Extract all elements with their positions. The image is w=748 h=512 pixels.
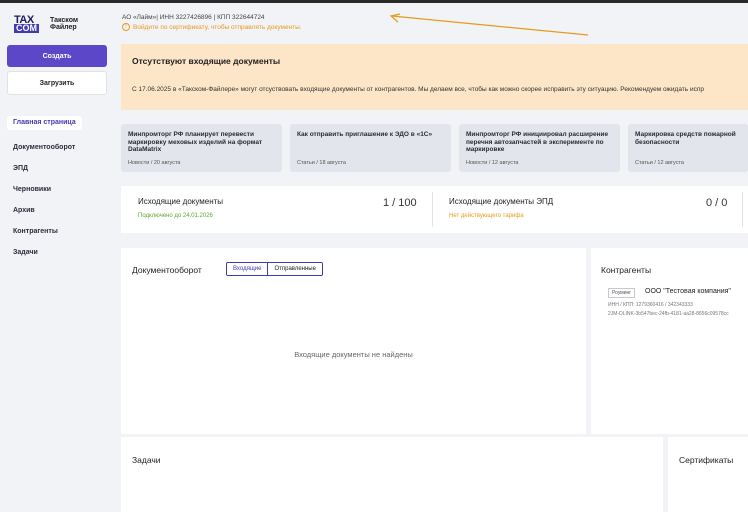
docflow-title: Документооборот <box>132 265 202 275</box>
sidebar: TAX COM Такском Файлер Создать Загрузить… <box>0 3 116 512</box>
sidebar-item-epd[interactable]: ЭПД <box>7 158 82 179</box>
logo-mark: TAX COM <box>14 15 48 33</box>
news-card-meta: Новости / 12 августа <box>466 160 519 166</box>
counterparty-inn-kpp: ИНН / КПП: 1279360416 / 342343333 <box>608 302 693 308</box>
docflow-tabs: Входящие Отправленные <box>226 262 323 276</box>
certificates-card: Сертификаты <box>668 437 748 512</box>
taxcom-logo[interactable]: TAX COM Такском Файлер <box>14 15 78 33</box>
upload-button[interactable]: Загрузить <box>7 71 107 95</box>
stats-divider <box>742 192 743 227</box>
logo-mark-bottom: COM <box>14 23 39 33</box>
counterparties-card: Контрагенты Роуминг ООО "Тестовая компан… <box>591 248 748 434</box>
create-button[interactable]: Создать <box>7 45 107 67</box>
news-card-meta: Новости / 20 августа <box>128 160 181 166</box>
counterparties-title[interactable]: Контрагенты <box>601 265 651 275</box>
warning-banner-text: С 17.06.2025 в «Такском-Файлере» могут о… <box>132 86 704 93</box>
logo-text: Такском Файлер <box>50 17 78 31</box>
news-card-meta: Статьи / 18 августа <box>297 160 346 166</box>
news-card[interactable]: Минпромторг РФ планирует перевести марки… <box>121 124 282 172</box>
news-card[interactable]: Маркировка средств пожарной безопасности… <box>628 124 748 172</box>
sidebar-item-drafts[interactable]: Черновики <box>7 179 82 200</box>
news-card-meta: Статьи / 12 августа <box>635 160 684 166</box>
tasks-title[interactable]: Задачи <box>132 455 161 465</box>
epd-docs-status: Нет действующего тарифа <box>449 213 524 219</box>
news-card-title: Как отправить приглашение к ЭДО в «1С» <box>297 131 433 138</box>
counterparty-name[interactable]: ООО "Тестовая компания" <box>645 288 731 295</box>
logo-text-line2: Файлер <box>50 24 77 31</box>
news-card[interactable]: Минпромторг РФ инициировал расширение пе… <box>459 124 620 172</box>
outgoing-docs-status: Подключено до 24.01.2026 <box>138 213 213 219</box>
certificates-title[interactable]: Сертификаты <box>679 455 733 465</box>
cert-login-text: Войдите по сертификату, чтобы отправлять… <box>133 23 302 31</box>
sidebar-item-tasks[interactable]: Задачи <box>7 242 82 263</box>
docflow-card: Документооборот Входящие Отправленные Вх… <box>121 248 586 434</box>
logo-text-line1: Такском <box>50 17 79 24</box>
tariff-stats-panel: Исходящие документы Подключено до 24.01.… <box>121 186 748 233</box>
tab-sent[interactable]: Отправленные <box>268 263 322 275</box>
stats-divider <box>432 192 433 227</box>
news-card-title: Маркировка средств пожарной безопасности <box>635 131 736 146</box>
tasks-card: Задачи <box>121 437 663 512</box>
epd-docs-counter: 0 / 0 <box>706 197 728 209</box>
outgoing-docs-title: Исходящие документы <box>138 197 224 206</box>
annotation-arrow-icon <box>389 13 589 36</box>
counterparty-edo-id: 2JM-DLINK-3b547bec-24fb-4181-aa28-8656c0… <box>608 311 729 317</box>
roaming-badge: Роуминг <box>608 288 636 298</box>
sidebar-nav: Главная страница Документооборот ЭПД Чер… <box>7 111 82 263</box>
sidebar-item-counterparties[interactable]: Контрагенты <box>7 221 82 242</box>
sidebar-item-archive[interactable]: Архив <box>7 200 82 221</box>
cert-login-link[interactable]: ! Войдите по сертификату, чтобы отправля… <box>122 23 302 31</box>
news-card[interactable]: Как отправить приглашение к ЭДО в «1С» С… <box>290 124 451 172</box>
epd-docs-title: Исходящие документы ЭПД <box>449 197 554 206</box>
sidebar-item-home[interactable]: Главная страница <box>7 116 82 130</box>
outgoing-docs-counter: 1 / 100 <box>383 197 417 209</box>
news-card-title: Минпромторг РФ планирует перевести марки… <box>128 131 263 153</box>
sidebar-item-docflow[interactable]: Документооборот <box>7 137 82 158</box>
warning-circle-icon: ! <box>122 23 130 31</box>
docflow-empty-state: Входящие документы не найдены <box>294 350 413 359</box>
organization-info: АО «Лайм»| ИНН 3227426896 | КПП 32264472… <box>122 14 265 21</box>
news-card-title: Минпромторг РФ инициировал расширение пе… <box>466 131 609 153</box>
warning-banner: Отсутствуют входящие документы С 17.06.2… <box>121 44 748 110</box>
header: АО «Лайм»| ИНН 3227426896 | КПП 32264472… <box>120 3 748 39</box>
warning-banner-title: Отсутствуют входящие документы <box>132 56 281 66</box>
tab-incoming[interactable]: Входящие <box>227 263 269 275</box>
